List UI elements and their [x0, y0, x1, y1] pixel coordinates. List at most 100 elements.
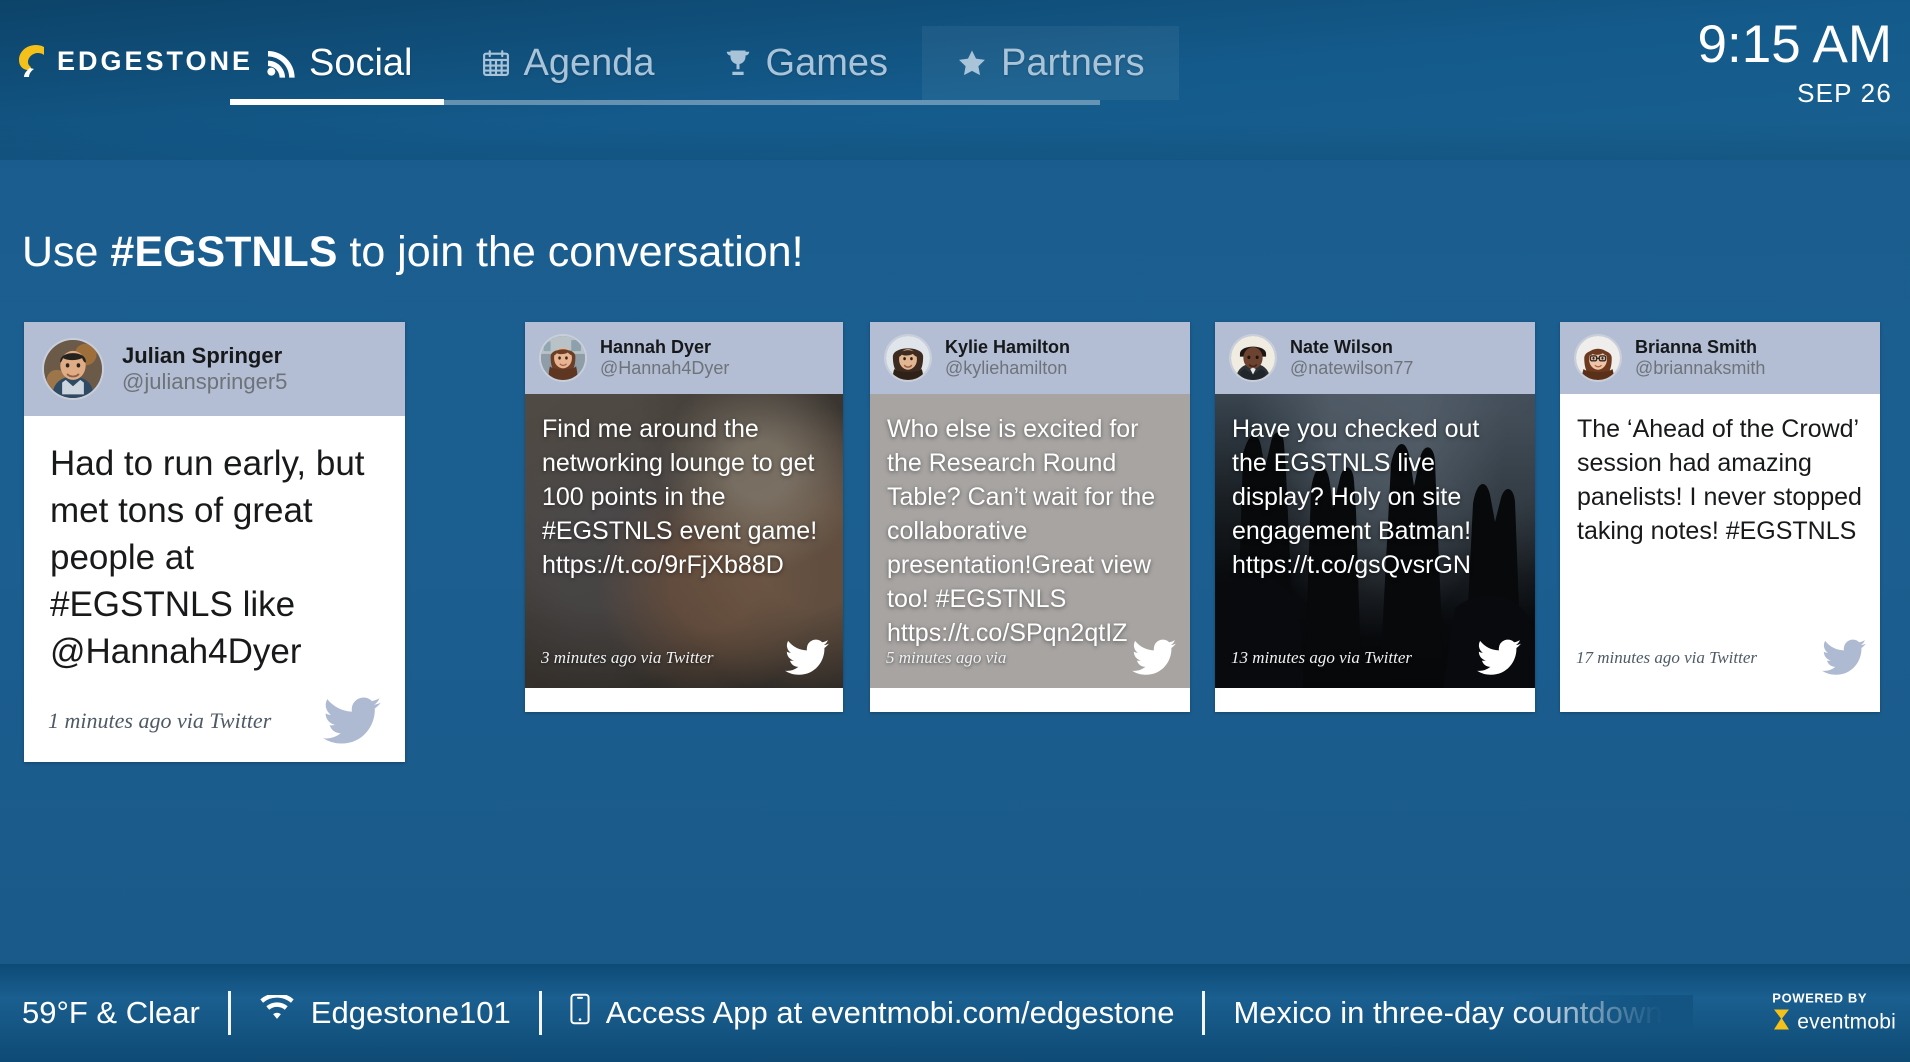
main-nav[interactable]: Social Agenda Games Partners [230, 26, 1179, 100]
weather-label: 59°F & Clear [22, 995, 200, 1030]
author-handle: @natewilson77 [1290, 358, 1414, 378]
brand-name: EDGESTONE [57, 45, 254, 76]
clock-time: 9:15 AM [1697, 15, 1892, 74]
avatar-hannah-dyer [539, 334, 587, 382]
avatar-brianna-smith [1574, 334, 1622, 382]
wifi-status: Edgestone101 [259, 993, 539, 1031]
app-header: EDGESTONE Social Agenda Games Partners 9… [0, 0, 1910, 160]
weather-status: 59°F & Clear [22, 995, 228, 1031]
tweet-card[interactable]: Nate Wilson @natewilson77 Have you check… [1215, 322, 1535, 712]
clock-date: SEP 26 [1797, 78, 1892, 108]
tab-partners[interactable]: Partners [922, 26, 1179, 100]
tweet-meta: 1 minutes ago via Twitter [24, 697, 405, 761]
divider [1202, 991, 1206, 1035]
tweet-body: Find me around the networking lounge to … [525, 394, 843, 688]
tweet-meta: 3 minutes ago via Twitter [525, 639, 843, 688]
social-feed: Julian Springer @julianspringer5 Had to … [24, 322, 1904, 962]
avatar-julian-springer [42, 338, 104, 400]
author-names: Hannah Dyer @Hannah4Dyer [600, 337, 729, 379]
eventmobi-logo: eventmobi [1772, 1009, 1896, 1036]
trophy-icon [723, 48, 753, 78]
tab-agenda-label: Agenda [523, 41, 655, 84]
status-items: 59°F & Clear Edgestone101 Access App at … [0, 964, 1910, 1062]
twitter-bird-icon [1822, 639, 1866, 676]
powered-by-name: eventmobi [1797, 1010, 1896, 1033]
tweet-text: Have you checked out the EGSTNLS live di… [1232, 415, 1480, 579]
divider [227, 991, 231, 1035]
author-names: Nate Wilson @natewilson77 [1290, 337, 1413, 379]
tweet-timestamp: 1 minutes ago via Twitter [48, 708, 272, 733]
tweet-meta: 5 minutes ago via [870, 639, 1190, 688]
author-handle: @briannaksmith [1635, 358, 1766, 378]
tab-games[interactable]: Games [689, 26, 922, 100]
clock: 9:15 AM SEP 26 [1698, 14, 1892, 110]
tweet-timestamp: 3 minutes ago via Twitter [541, 647, 714, 667]
wifi-icon [259, 993, 295, 1031]
announcement-ticker: Mexico in three-day countdown [1233, 995, 1693, 1031]
tweet-text: The ‘Ahead of the Crowd’ session had ama… [1577, 415, 1862, 545]
tweet-text: Had to run early, but met tons of great … [50, 444, 365, 671]
tweet-author: Brianna Smith @briannaksmith [1560, 322, 1880, 394]
tweet-timestamp: 17 minutes ago via Twitter [1576, 647, 1758, 667]
wifi-label: Edgestone101 [310, 995, 511, 1030]
tab-social-label: Social [309, 41, 413, 84]
twitter-bird-icon [323, 697, 381, 745]
powered-by-label: POWERED BY [1772, 990, 1868, 1006]
status-bar: 59°F & Clear Edgestone101 Access App at … [0, 964, 1910, 1062]
tweet-text: Who else is excited for the Research Rou… [887, 415, 1156, 647]
twitter-bird-icon [785, 639, 829, 676]
headline-prefix: Use [22, 228, 111, 276]
author-name: Nate Wilson [1290, 336, 1393, 357]
tweet-body: Had to run early, but met tons of great … [24, 416, 405, 761]
author-name: Kylie Hamilton [945, 336, 1071, 357]
tweet-timestamp: 13 minutes ago via Twitter [1231, 647, 1413, 667]
tweet-author: Hannah Dyer @Hannah4Dyer [525, 322, 843, 394]
nav-active-indicator [230, 99, 444, 105]
tweet-author: Kylie Hamilton @kyliehamilton [870, 322, 1190, 394]
tab-partners-label: Partners [1001, 41, 1145, 84]
headline-hashtag: #EGSTNLS [110, 228, 338, 276]
author-name: Hannah Dyer [600, 336, 712, 357]
avatar-kylie-hamilton [884, 334, 932, 382]
tab-agenda[interactable]: Agenda [447, 26, 689, 100]
tweet-card[interactable]: Hannah Dyer @Hannah4Dyer Find me around … [525, 322, 843, 712]
calendar-icon [481, 48, 511, 78]
divider [538, 991, 542, 1035]
app-access-label: Access App at eventmobi.com/edgestone [605, 995, 1175, 1030]
tab-games-label: Games [765, 41, 888, 84]
tweet-author: Nate Wilson @natewilson77 [1215, 322, 1535, 394]
author-handle: @Hannah4Dyer [600, 358, 730, 378]
tweet-meta: 17 minutes ago via Twitter [1560, 639, 1880, 688]
author-handle: @kyliehamilton [945, 358, 1068, 378]
tab-social[interactable]: Social [230, 26, 447, 100]
eventmobi-logo-icon [1772, 1009, 1791, 1036]
brand-logo: EDGESTONE [16, 44, 253, 78]
author-handle: @julianspringer5 [122, 369, 288, 394]
tweet-body: The ‘Ahead of the Crowd’ session had ama… [1560, 394, 1880, 688]
tweet-text: Find me around the networking lounge to … [542, 415, 818, 579]
author-names: Julian Springer @julianspringer5 [122, 343, 287, 395]
tweet-body: Who else is excited for the Research Rou… [870, 394, 1190, 688]
author-name: Julian Springer [122, 343, 283, 369]
tweet-body: Have you checked out the EGSTNLS live di… [1215, 394, 1535, 688]
tweet-timestamp: 5 minutes ago via [886, 647, 1007, 667]
tweet-author: Julian Springer @julianspringer5 [24, 322, 405, 416]
star-icon [956, 47, 988, 79]
edgestone-leaf-logo [16, 44, 46, 78]
author-names: Kylie Hamilton @kyliehamilton [945, 337, 1070, 379]
headline-suffix: to join the conversation! [337, 228, 804, 276]
tweet-card[interactable]: Julian Springer @julianspringer5 Had to … [24, 322, 405, 762]
tweet-meta: 13 minutes ago via Twitter [1215, 639, 1535, 688]
twitter-bird-icon [1132, 639, 1176, 676]
hashtag-headline: Use #EGSTNLS to join the conversation! [22, 228, 804, 277]
powered-by: POWERED BY eventmobi [1772, 991, 1896, 1036]
author-names: Brianna Smith @briannaksmith [1635, 337, 1765, 379]
avatar-nate-wilson [1229, 334, 1277, 382]
author-name: Brianna Smith [1635, 336, 1758, 357]
tweet-card[interactable]: Brianna Smith @briannaksmith The ‘Ahead … [1560, 322, 1880, 712]
rss-icon [264, 47, 296, 79]
mobile-phone-icon [570, 993, 590, 1033]
tweet-card[interactable]: Kylie Hamilton @kyliehamilton Who else i… [870, 322, 1190, 712]
ticker-text: Mexico in three-day countdown [1233, 995, 1663, 1030]
app-access-status: Access App at eventmobi.com/edgestone [570, 993, 1203, 1033]
